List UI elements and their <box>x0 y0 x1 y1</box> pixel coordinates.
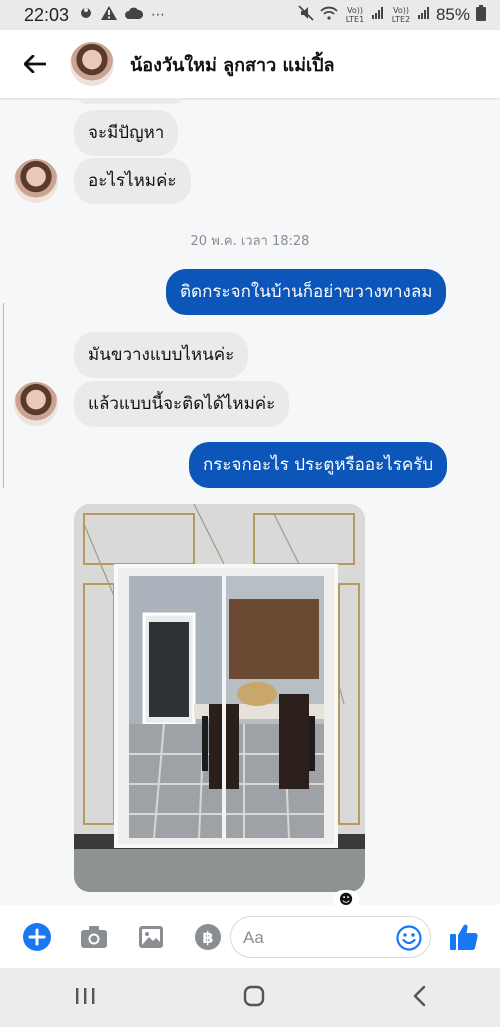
system-nav-bar <box>0 968 500 1027</box>
status-bar: 22:03 ⋯ Vo)) LTE1 Vo)) LTE2 85% <box>0 0 500 30</box>
recent-apps-icon <box>75 987 95 1004</box>
more-actions-button[interactable] <box>8 905 65 968</box>
battery-icon <box>476 5 486 25</box>
status-time: 22:03 <box>24 4 70 25</box>
svg-text:฿: ฿ <box>202 928 213 947</box>
baht-coin-icon: ฿ <box>194 923 221 950</box>
emoji-icon[interactable] <box>396 925 422 951</box>
wifi-icon <box>320 6 338 24</box>
thumbs-up-icon <box>450 924 478 950</box>
message-composer: ฿ <box>0 905 500 968</box>
payment-button[interactable]: ฿ <box>179 905 236 968</box>
message-timestamp: 20 พ.ค. เวลา 18:28 <box>190 234 310 249</box>
back-button[interactable] <box>0 30 70 98</box>
message-input-container[interactable] <box>230 916 431 958</box>
signal1-icon <box>371 7 384 23</box>
photo-message[interactable] <box>74 504 365 892</box>
message-input[interactable] <box>243 925 393 951</box>
like-button[interactable] <box>449 923 479 955</box>
system-indicators: Vo)) LTE1 Vo)) LTE2 85% <box>298 5 486 25</box>
message-bubble[interactable]: กระจกอะไร ประตูหรืออะไรครับ <box>189 442 448 488</box>
image-icon <box>138 925 163 948</box>
home-icon <box>243 985 265 1006</box>
add-reaction-button[interactable]: ☻+ <box>333 890 359 905</box>
camera-icon <box>80 925 107 948</box>
contact-avatar-small <box>14 382 58 426</box>
gallery-button[interactable] <box>122 905 179 968</box>
warning-icon <box>101 6 118 24</box>
message-bubble[interactable]: อะไรไหมค่ะ <box>74 158 191 204</box>
sim2-label: Vo)) LTE2 <box>391 6 411 24</box>
sim1-label: Vo)) LTE1 <box>345 6 365 24</box>
camera-button[interactable] <box>65 905 122 968</box>
nav-back-button[interactable] <box>412 985 426 1011</box>
message-bubble[interactable]: มันขวางแบบไหนค่ะ <box>74 332 249 378</box>
message-thread[interactable]: จะมีปัญหา อะไรไหมค่ะ 20 พ.ค. เวลา 18:28 … <box>0 98 500 905</box>
contact-avatar-small <box>14 159 58 203</box>
notification-app-icon <box>79 6 93 24</box>
sliding-glass-door-photo <box>74 504 365 892</box>
plus-circle-icon <box>22 922 51 951</box>
cloud-icon <box>125 7 144 23</box>
contact-avatar[interactable] <box>70 42 114 86</box>
message-bubble[interactable]: ติดกระจกในบ้านก็อย่าขวางทางลม <box>166 269 447 315</box>
message-bubble[interactable]: แล้วแบบนี้จะติดได้ไหมค่ะ <box>74 381 290 427</box>
conversation-header: น้องวันใหม่ ลูกสาว แม่เปิ้ล <box>0 30 500 98</box>
more-notifications-icon: ⋯ <box>151 7 166 23</box>
mute-icon <box>298 5 314 25</box>
notification-icons: ⋯ <box>79 6 165 24</box>
signal2-icon <box>417 7 430 23</box>
contact-name[interactable]: น้องวันใหม่ ลูกสาว แม่เปิ้ล <box>130 50 335 79</box>
reaction-icon: ☻ <box>338 892 354 905</box>
back-arrow-icon <box>24 55 46 73</box>
message-bubble[interactable]: จะมีปัญหา <box>74 110 179 156</box>
battery-percent: 85% <box>435 5 470 24</box>
scroll-edge <box>0 303 4 488</box>
message-bubble-partial[interactable] <box>74 98 186 104</box>
recent-apps-button[interactable] <box>74 986 96 1010</box>
home-button[interactable] <box>243 985 265 1011</box>
nav-back-icon <box>414 985 426 1006</box>
